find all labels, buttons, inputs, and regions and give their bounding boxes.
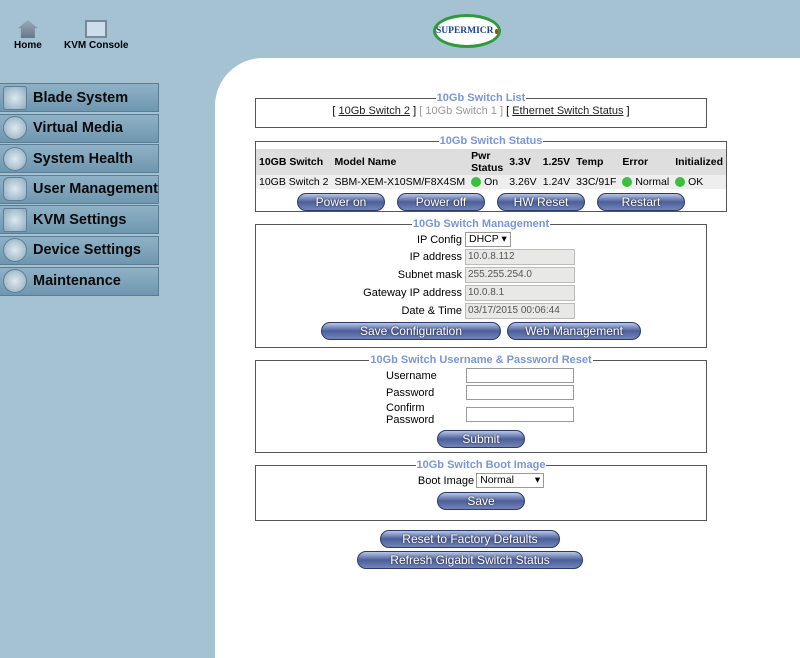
section-title: 10Gb Switch List <box>436 92 526 104</box>
power-on-button[interactable]: Power on <box>297 193 386 211</box>
ip-config-value: DHCP <box>469 233 499 245</box>
home-icon <box>17 20 38 38</box>
cell: 10GB Switch 2 <box>256 175 332 189</box>
menu-kvm-settings[interactable]: KVM Settings <box>0 205 159 235</box>
menu-system-health[interactable]: System Health <box>0 144 159 174</box>
supermicro-logo: SUPERMICR <box>433 14 501 48</box>
refresh-gigabit-switch-status-button[interactable]: Refresh Gigabit Switch Status <box>357 551 583 569</box>
menu-maintenance[interactable]: Maintenance <box>0 266 159 296</box>
col-header: Temp <box>573 149 620 175</box>
cell: Normal <box>635 176 670 188</box>
monitor-icon <box>85 20 108 38</box>
ip-address-label: IP address <box>409 251 462 263</box>
table-row: 10GB Switch 2 SBM-XEM-X10SM/F8X4SM On 3.2… <box>256 175 727 189</box>
menu-label: User Management <box>33 181 158 198</box>
confirm-password-input[interactable] <box>466 406 574 422</box>
save-configuration-button[interactable]: Save Configuration <box>321 322 501 340</box>
check-icon <box>675 177 686 188</box>
subnet-mask-label: Subnet mask <box>397 269 462 281</box>
col-header: Model Name <box>331 149 469 175</box>
boot-image-section: 10Gb Switch Boot Image Boot Image Normal … <box>255 459 707 521</box>
switch-status-section: 10Gb Switch Status 10GB Switch Model Name… <box>255 135 728 212</box>
menu-label: Virtual Media <box>33 120 123 137</box>
tools-icon <box>3 269 27 294</box>
home-link[interactable]: Home <box>14 20 42 51</box>
cell: 1.24V <box>539 175 574 189</box>
menu-label: Blade System <box>33 89 129 106</box>
cell: OK <box>688 176 704 188</box>
cell: 33C/91F <box>573 175 620 189</box>
menu-label: System Health <box>33 150 133 167</box>
disc-icon <box>3 116 27 141</box>
health-plus-icon <box>3 146 27 171</box>
username-input[interactable] <box>466 368 574 383</box>
link-ethernet-switch-status[interactable]: Ethernet Switch Status <box>512 105 623 117</box>
kvm-console-link[interactable]: KVM Console <box>64 20 128 51</box>
cell: SBM-XEM-X10SM/F8X4SM <box>331 175 469 189</box>
current-10gb-switch-1: 10Gb Switch 1 <box>425 105 497 117</box>
power-off-button[interactable]: Power off <box>397 193 486 211</box>
blade-system-icon <box>3 85 27 110</box>
cell: On <box>484 176 499 188</box>
section-title: 10Gb Switch Management <box>412 218 550 230</box>
menu-blade-system[interactable]: Blade System <box>0 83 159 112</box>
home-label: Home <box>14 40 42 51</box>
password-label: Password <box>386 386 435 399</box>
boot-save-button[interactable]: Save <box>437 492 525 510</box>
username-label: Username <box>386 369 437 382</box>
status-table: 10GB Switch Model Name Pwr Status 3.3V 1.25V… <box>256 149 727 189</box>
menu-virtual-media[interactable]: Virtual Media <box>0 113 159 143</box>
menu-label: Maintenance <box>33 273 121 290</box>
ip-address-field[interactable]: 10.0.8.112 <box>465 249 575 265</box>
gateway-field[interactable]: 10.0.8.1 <box>465 285 575 301</box>
section-title: 10Gb Switch Boot Image <box>416 459 546 471</box>
web-management-button[interactable]: Web Management <box>507 322 641 340</box>
menu-device-settings[interactable]: Device Settings <box>0 235 159 265</box>
cell: 3.26V <box>506 175 540 189</box>
col-header: 3.3V <box>506 149 540 175</box>
switch-management-section: 10Gb Switch Management IP Config DHCP ▾ I… <box>255 218 707 348</box>
reset-factory-defaults-button[interactable]: Reset to Factory Defaults <box>380 530 560 548</box>
hw-reset-button[interactable]: HW Reset <box>497 193 586 211</box>
check-icon <box>622 177 633 188</box>
keyboard-monitor-icon <box>3 207 27 232</box>
gateway-label: Gateway IP address <box>363 287 462 299</box>
section-title: 10Gb Switch Username & Password Reset <box>370 354 592 366</box>
kvm-console-label: KVM Console <box>64 40 129 51</box>
menu-label: KVM Settings <box>33 211 127 228</box>
restart-button[interactable]: Restart <box>597 193 686 211</box>
password-reset-section: 10Gb Switch Username & Password Reset Us… <box>255 354 707 453</box>
users-icon <box>3 177 27 202</box>
switch-list-section: 10Gb Switch List [ 10Gb Switch 2 ] [ 10G… <box>255 92 707 128</box>
col-header: Initialized <box>672 149 727 175</box>
ip-config-label: IP Config <box>416 233 462 246</box>
boot-image-select[interactable]: Normal ▾ <box>476 473 545 488</box>
sidebar-menu: Blade System Virtual Media System Health… <box>0 83 159 297</box>
confirm-password-label: Confirm Password <box>386 402 435 426</box>
menu-user-management[interactable]: User Management <box>0 174 159 204</box>
submit-button[interactable]: Submit <box>437 430 525 448</box>
boot-image-label: Boot Image <box>417 474 475 487</box>
boot-image-value: Normal <box>480 474 514 486</box>
date-time-label: Date & Time <box>401 305 462 317</box>
gears-icon <box>3 238 27 263</box>
section-title: 10Gb Switch Status <box>439 135 543 147</box>
power-on-icon <box>471 177 482 188</box>
col-header: 1.25V <box>539 149 574 175</box>
col-header: Error <box>619 149 673 175</box>
password-input[interactable] <box>466 385 574 400</box>
col-header: Pwr Status <box>468 149 507 175</box>
col-header: 10GB Switch <box>256 149 332 175</box>
date-time-field[interactable]: 03/17/2015 00:06:44 <box>465 303 575 319</box>
table-header: 10GB Switch Model Name Pwr Status 3.3V 1.25V… <box>256 149 727 175</box>
subnet-mask-field[interactable]: 255.255.254.0 <box>465 267 575 283</box>
menu-label: Device Settings <box>33 242 141 259</box>
link-10gb-switch-2[interactable]: 10Gb Switch 2 <box>339 105 411 117</box>
ip-config-select[interactable]: DHCP ▾ <box>465 232 511 247</box>
